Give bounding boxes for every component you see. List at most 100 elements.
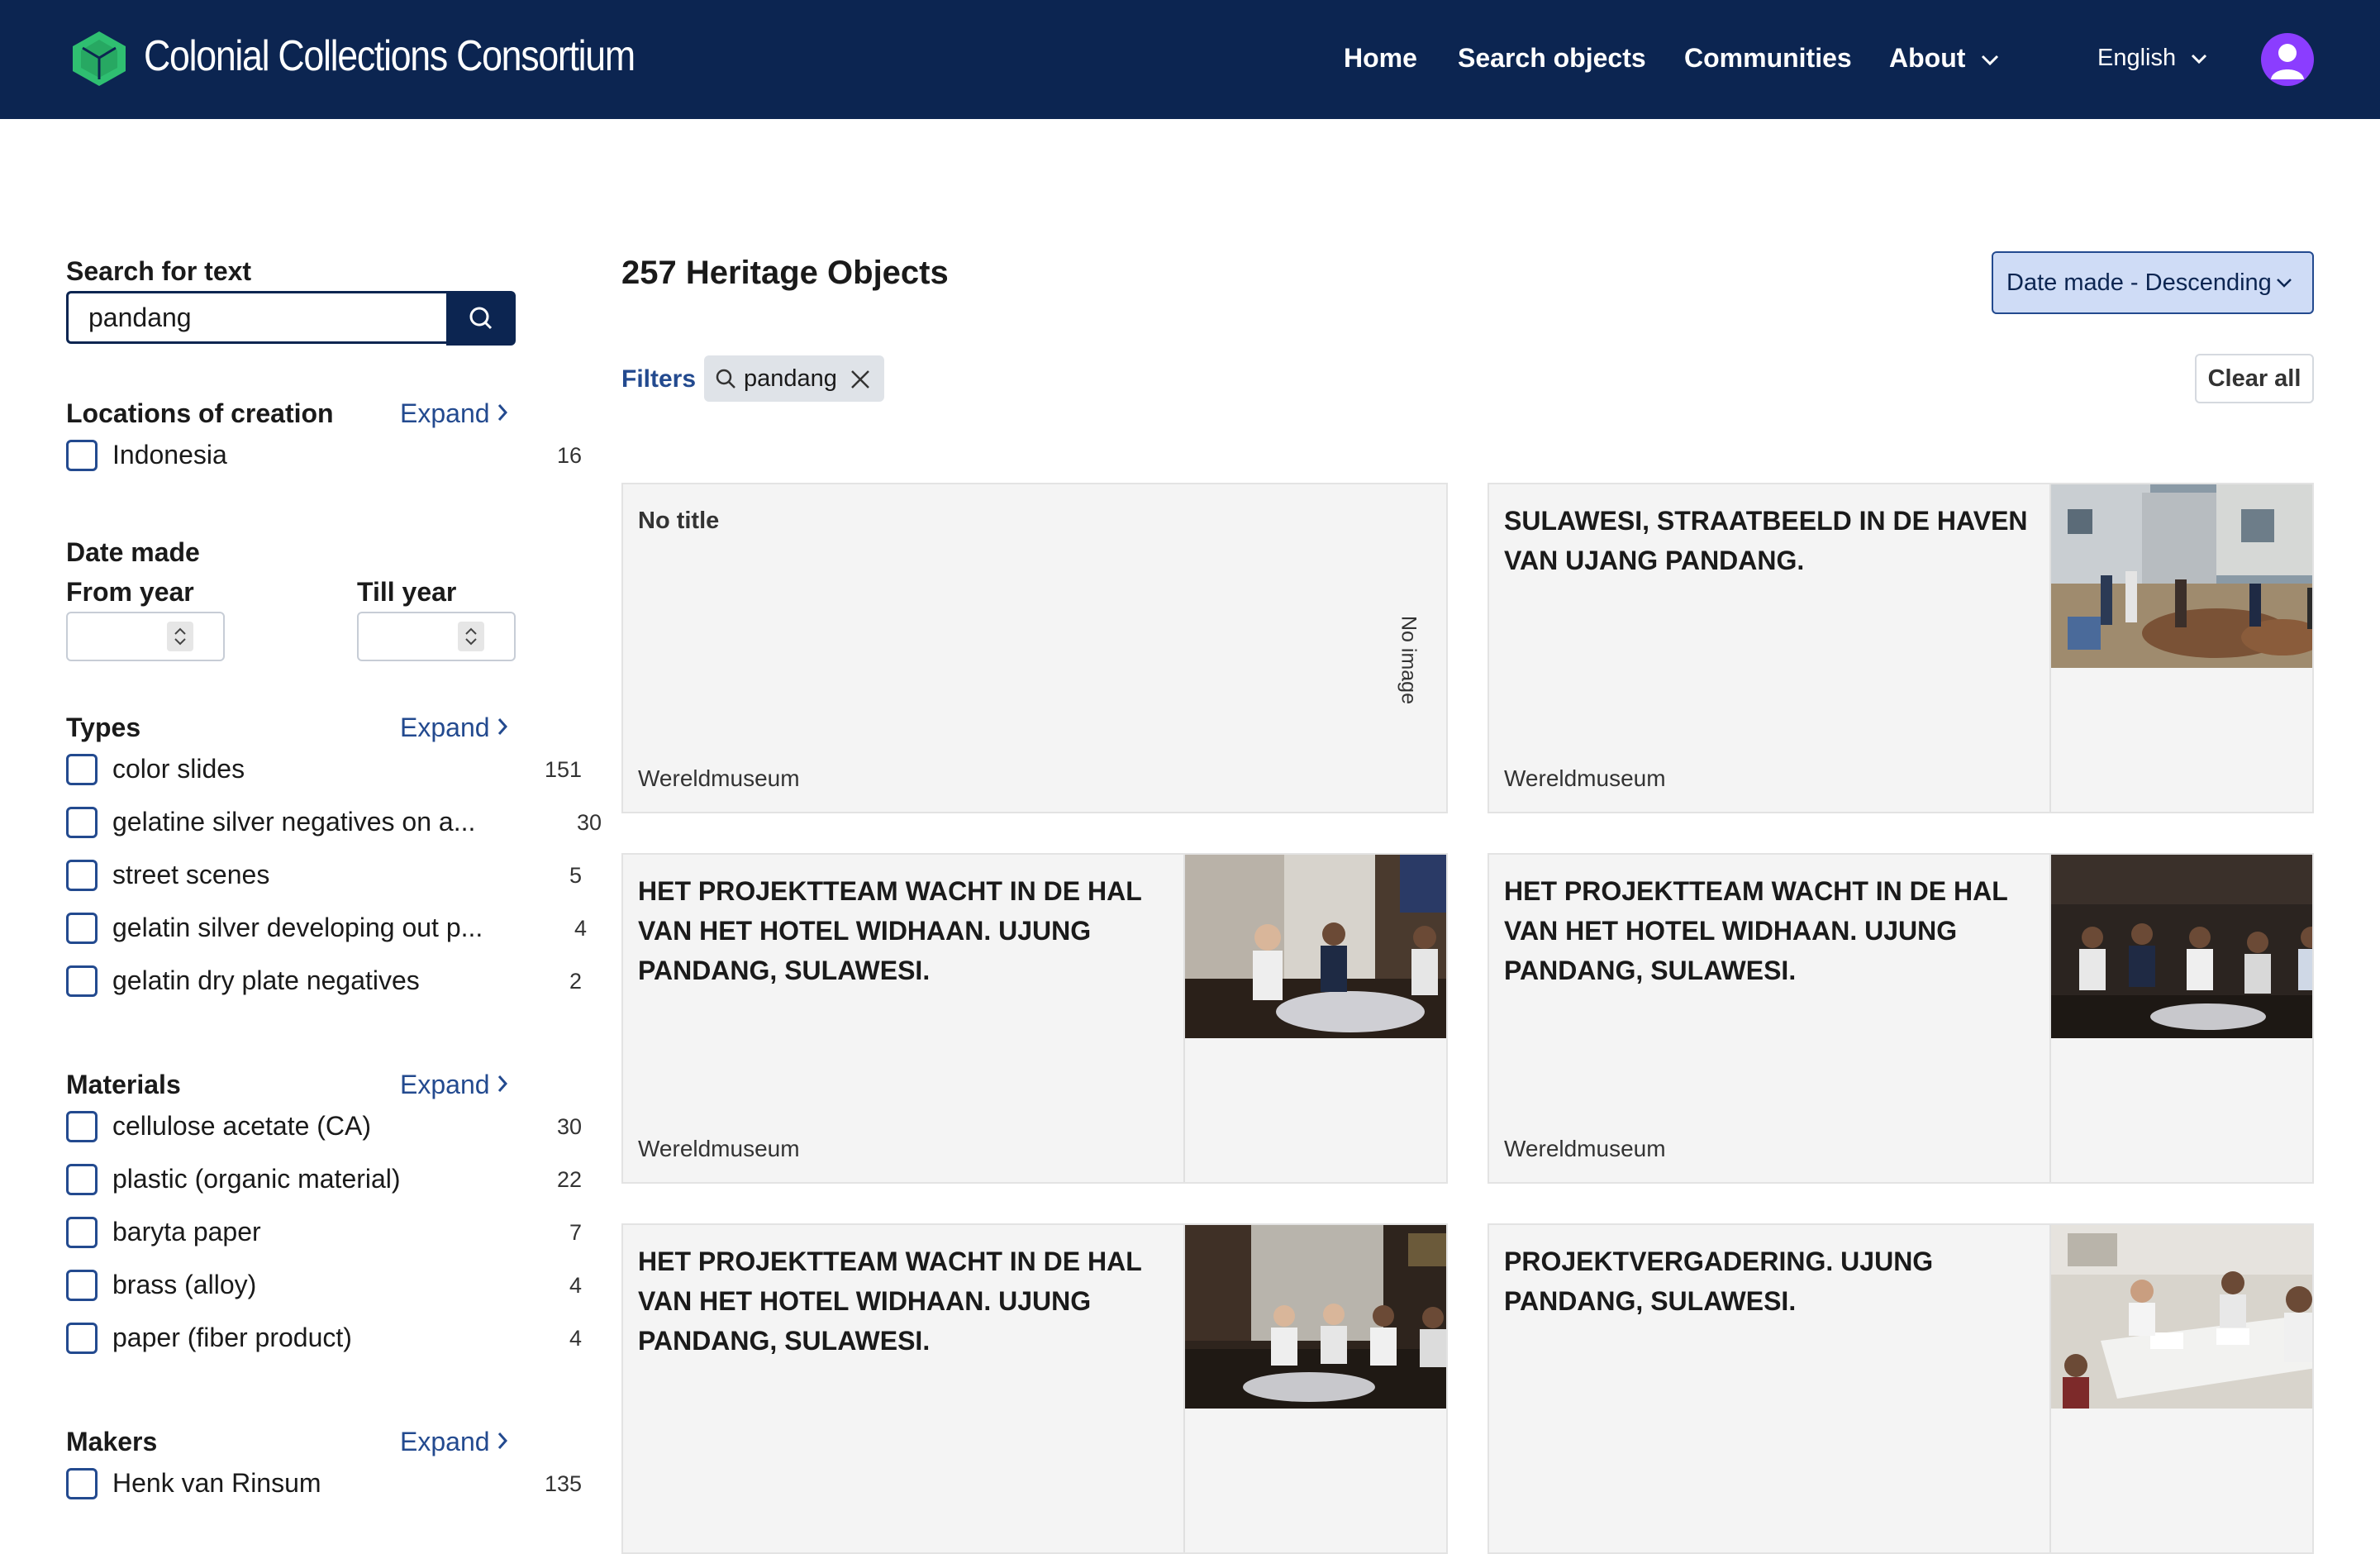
option-label: Henk van Rinsum xyxy=(112,1468,321,1498)
material-option[interactable]: paper (fiber product) 4 xyxy=(66,1321,582,1359)
chevron-down-icon xyxy=(1982,55,1999,65)
checkbox[interactable] xyxy=(66,1323,98,1354)
option-count: 4 xyxy=(569,1326,582,1351)
type-option[interactable]: gelatin dry plate negatives 2 xyxy=(66,964,582,1002)
object-card[interactable]: HET PROJEKTTEAM WACHT IN DE HAL VAN HET … xyxy=(621,1223,1448,1554)
type-option[interactable]: street scenes 5 xyxy=(66,858,582,896)
checkbox[interactable] xyxy=(66,440,98,471)
checkbox[interactable] xyxy=(66,1164,98,1195)
types-expand-link[interactable]: Expand xyxy=(400,713,508,743)
material-option[interactable]: baryta paper 7 xyxy=(66,1215,582,1253)
nav-communities[interactable]: Communities xyxy=(1684,43,1852,74)
option-label: gelatin silver developing out p... xyxy=(112,913,483,942)
checkbox[interactable] xyxy=(66,1270,98,1301)
locations-heading: Locations of creation xyxy=(66,398,334,428)
close-icon[interactable] xyxy=(850,369,871,390)
active-filter-label: pandang xyxy=(744,365,837,392)
year-stepper[interactable] xyxy=(458,622,484,651)
date-made-heading: Date made xyxy=(66,537,200,567)
nav-about[interactable]: About xyxy=(1889,43,1999,74)
checkbox[interactable] xyxy=(66,754,98,785)
top-navbar: Colonial Collections Consortium Home Sea… xyxy=(0,0,2380,119)
language-selector[interactable]: English xyxy=(2097,45,2207,72)
option-count: 5 xyxy=(569,863,582,888)
meeting-photo xyxy=(2051,1225,2312,1409)
makers-expand-link[interactable]: Expand xyxy=(400,1427,508,1457)
expand-label: Expand xyxy=(400,1070,490,1099)
checkbox[interactable] xyxy=(66,965,98,997)
active-filter-chip[interactable]: pandang xyxy=(704,355,884,402)
hotel-lobby-photo xyxy=(1185,1225,1446,1409)
material-option[interactable]: cellulose acetate (CA) 30 xyxy=(66,1109,582,1147)
sort-selected-value: Date made - Descending xyxy=(2006,269,2272,296)
chevron-right-icon xyxy=(498,1432,508,1449)
option-label: plastic (organic material) xyxy=(112,1164,401,1194)
from-year-input[interactable] xyxy=(66,612,225,661)
option-label: gelatin dry plate negatives xyxy=(112,965,420,995)
checkbox[interactable] xyxy=(66,1111,98,1142)
option-label: brass (alloy) xyxy=(112,1270,257,1299)
search-input[interactable]: pandang xyxy=(66,291,446,344)
filters-label: Filters xyxy=(621,365,697,393)
checkbox[interactable] xyxy=(66,807,98,838)
object-thumbnail[interactable] xyxy=(2051,484,2312,668)
option-count: 30 xyxy=(576,810,602,835)
checkbox[interactable] xyxy=(66,1217,98,1248)
object-thumbnail[interactable] xyxy=(2051,1225,2312,1409)
checkbox[interactable] xyxy=(66,1468,98,1499)
expand-label: Expand xyxy=(400,1427,490,1456)
checkbox[interactable] xyxy=(66,913,98,944)
chevron-right-icon xyxy=(498,404,508,421)
user-avatar[interactable] xyxy=(2261,33,2314,86)
stepper-arrows-icon xyxy=(174,627,186,646)
materials-heading: Materials xyxy=(66,1070,181,1099)
clear-all-button[interactable]: Clear all xyxy=(2195,354,2314,403)
nav-home[interactable]: Home xyxy=(1344,43,1417,74)
locations-expand-link[interactable]: Expand xyxy=(400,398,508,429)
option-count: 151 xyxy=(544,757,582,782)
object-card[interactable]: HET PROJEKTTEAM WACHT IN DE HAL VAN HET … xyxy=(1488,853,2314,1184)
location-option[interactable]: Indonesia 16 xyxy=(66,438,582,476)
type-option[interactable]: gelatin silver developing out p... 4 xyxy=(66,911,587,949)
search-button[interactable] xyxy=(446,291,516,346)
object-card[interactable]: PROJEKTVERGADERING. UJUNG PANDANG, SULAW… xyxy=(1488,1223,2314,1554)
object-title: HET PROJEKTTEAM WACHT IN DE HAL VAN HET … xyxy=(638,1247,1142,1356)
object-thumbnail[interactable] xyxy=(1185,855,1446,1038)
year-stepper[interactable] xyxy=(167,622,193,651)
maker-option[interactable]: Henk van Rinsum 135 xyxy=(66,1466,582,1504)
option-label: color slides xyxy=(112,754,245,784)
stepper-arrows-icon xyxy=(465,627,477,646)
material-option[interactable]: brass (alloy) 4 xyxy=(66,1268,582,1306)
sort-select[interactable]: Date made - Descending xyxy=(1992,251,2314,314)
option-count: 4 xyxy=(569,1273,582,1298)
object-thumbnail[interactable] xyxy=(2051,855,2312,1038)
till-year-label: Till year xyxy=(357,577,457,607)
object-thumbnail[interactable] xyxy=(1185,1225,1446,1409)
object-card[interactable]: SULAWESI, STRAATBEELD IN DE HAVEN VAN UJ… xyxy=(1488,483,2314,813)
option-label: Indonesia xyxy=(112,440,227,470)
option-count: 2 xyxy=(569,969,582,994)
object-title: HET PROJEKTTEAM WACHT IN DE HAL VAN HET … xyxy=(1504,876,2008,985)
material-option[interactable]: plastic (organic material) 22 xyxy=(66,1162,582,1200)
materials-expand-link[interactable]: Expand xyxy=(400,1070,508,1100)
object-title: PROJEKTVERGADERING. UJUNG PANDANG, SULAW… xyxy=(1504,1247,1934,1316)
type-option[interactable]: color slides 151 xyxy=(66,752,582,790)
consortium-logo-icon[interactable] xyxy=(66,28,132,89)
object-card[interactable]: No title No image Wereldmuseum xyxy=(621,483,1448,813)
search-icon xyxy=(716,369,735,388)
type-option[interactable]: gelatine silver negatives on a... 30 xyxy=(66,805,602,843)
option-count: 16 xyxy=(556,443,582,468)
expand-label: Expand xyxy=(400,398,490,428)
nav-search-objects[interactable]: Search objects xyxy=(1458,43,1646,74)
hotel-lobby-photo xyxy=(2051,855,2312,1038)
option-count: 7 xyxy=(569,1220,582,1245)
object-card[interactable]: HET PROJEKTTEAM WACHT IN DE HAL VAN HET … xyxy=(621,853,1448,1184)
till-year-input[interactable] xyxy=(357,612,516,661)
results-count-title: 257 Heritage Objects xyxy=(621,255,949,291)
option-label: street scenes xyxy=(112,860,270,889)
types-heading: Types xyxy=(66,713,141,742)
makers-heading: Makers xyxy=(66,1427,158,1456)
from-year-label: From year xyxy=(66,577,194,607)
checkbox[interactable] xyxy=(66,860,98,891)
brand-name[interactable]: Colonial Collections Consortium xyxy=(144,31,635,81)
